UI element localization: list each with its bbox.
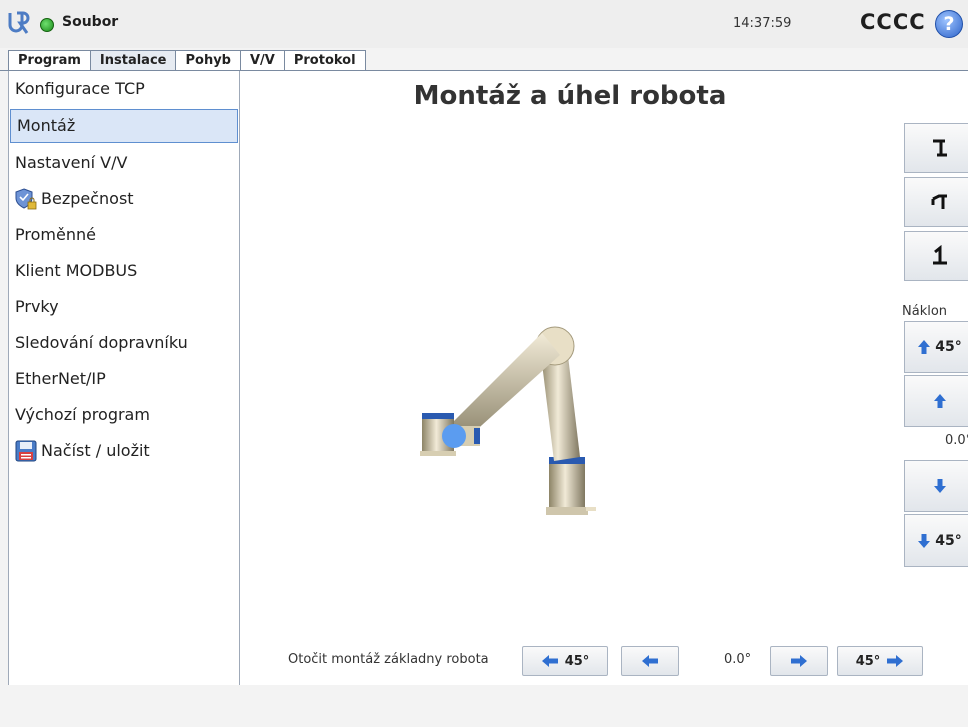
tilt-up-45-label: 45° (935, 339, 962, 355)
tab-instalace[interactable]: Instalace (89, 50, 177, 72)
rotate-right-45-button[interactable]: 45° (837, 646, 923, 676)
arrow-up-icon (933, 394, 946, 408)
rotate-right-button[interactable] (770, 646, 828, 676)
robot-3d-view[interactable] (240, 71, 900, 631)
tab-protokol[interactable]: Protokol (283, 50, 366, 70)
rotate-left-button[interactable] (621, 646, 679, 676)
ur-logo-icon (8, 11, 30, 34)
main-tabs: Program Instalace Pohyb V/V Protokol (8, 50, 366, 72)
sidebar-item-label: Klient MODBUS (15, 261, 138, 280)
top-bar: Soubor 14:37:59 CCCC ? (0, 0, 968, 48)
installation-sidebar: Konfigurace TCP Montáž Nastavení V/V Bez… (9, 71, 240, 685)
sidebar-item-label: Montáž (17, 116, 76, 135)
tilt-label: Náklon (902, 304, 948, 319)
sidebar-item-conveyor[interactable]: Sledování dopravníku (9, 325, 239, 361)
tilt-up-45-button[interactable]: 45° (904, 321, 968, 373)
floor-mount-button[interactable] (904, 123, 968, 173)
sidebar-item-label: EtherNet/IP (15, 369, 106, 388)
tilt-down-45-label: 45° (935, 532, 962, 549)
sidebar-item-mounting[interactable]: Montáž (10, 109, 238, 143)
tilt-value: 0.0° (945, 433, 968, 448)
sidebar-item-io-setup[interactable]: Nastavení V/V (9, 145, 239, 181)
tab-program[interactable]: Program (8, 50, 91, 70)
arrow-left-icon (541, 655, 558, 667)
installation-panel: Konfigurace TCP Montáž Nastavení V/V Bez… (8, 71, 968, 685)
arrow-right-icon (791, 655, 807, 667)
sidebar-item-default-program[interactable]: Výchozí program (9, 397, 239, 433)
help-icon[interactable]: ? (935, 10, 963, 38)
sidebar-item-features[interactable]: Prvky (9, 289, 239, 325)
arrow-right-icon (887, 655, 904, 667)
tab-pohyb[interactable]: Pohyb (175, 50, 241, 70)
tab-vv[interactable]: V/V (239, 50, 285, 70)
sidebar-item-load-save[interactable]: Načíst / uložit (9, 433, 239, 469)
robot-name: CCCC (860, 10, 926, 34)
file-menu[interactable]: Soubor (62, 14, 118, 30)
arrow-left-icon (642, 655, 658, 667)
wall-mount-icon (931, 194, 947, 209)
clock: 14:37:59 (733, 16, 792, 31)
mounting-content: Montáž a úhel robota Náklon 45° 0.0 45° … (240, 71, 968, 685)
rotation-label: Otočit montáž základny robota (288, 652, 489, 667)
rotation-value: 0.0° (724, 652, 752, 667)
sidebar-item-label: Nastavení V/V (15, 153, 128, 172)
robot-status-icon[interactable] (40, 18, 54, 32)
rotate-left-45-button[interactable]: 45° (522, 646, 608, 676)
sidebar-item-label: Bezpečnost (41, 189, 134, 208)
arrow-up-icon (918, 340, 931, 354)
sidebar-item-variables[interactable]: Proměnné (9, 217, 239, 253)
ceiling-mount-button[interactable] (904, 231, 968, 281)
rotate-right-45-label: 45° (855, 653, 881, 669)
sidebar-item-label: Prvky (15, 297, 59, 316)
arrow-down-icon (918, 533, 931, 548)
rotate-left-45-label: 45° (564, 653, 590, 669)
sidebar-item-label: Sledování dopravníku (15, 333, 188, 352)
arrow-down-icon (933, 479, 946, 493)
ceiling-mount-icon (932, 245, 947, 265)
sidebar-item-label: Načíst / uložit (41, 441, 150, 460)
sidebar-item-label: Výchozí program (15, 405, 150, 424)
floppy-disk-icon (15, 440, 37, 462)
tilt-down-button[interactable] (904, 460, 968, 512)
wall-mount-button[interactable] (904, 177, 968, 227)
sidebar-item-label: Proměnné (15, 225, 96, 244)
sidebar-item-tcp[interactable]: Konfigurace TCP (9, 71, 239, 107)
safety-shield-lock-icon (15, 188, 37, 210)
sidebar-item-modbus[interactable]: Klient MODBUS (9, 253, 239, 289)
sidebar-item-safety[interactable]: Bezpečnost (9, 181, 239, 217)
floor-mount-icon (932, 139, 947, 157)
sidebar-item-ethernetip[interactable]: EtherNet/IP (9, 361, 239, 397)
tilt-down-45-button[interactable]: 45° (904, 514, 968, 567)
sidebar-item-label: Konfigurace TCP (15, 79, 145, 98)
tilt-up-button[interactable] (904, 375, 968, 427)
